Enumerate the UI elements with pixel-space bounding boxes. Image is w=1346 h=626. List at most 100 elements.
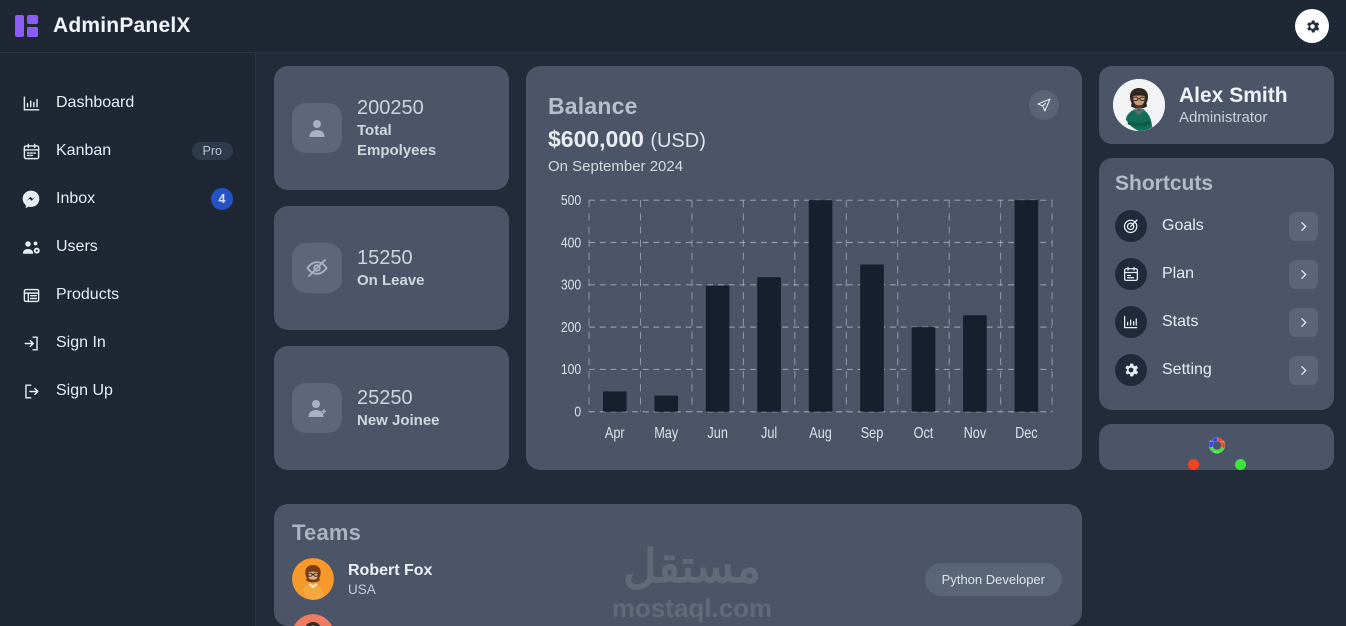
svg-text:Jul: Jul — [761, 425, 777, 443]
profile-role: Administrator — [1179, 109, 1268, 126]
balance-title: Balance — [548, 93, 638, 119]
sidebar-item-sign-in[interactable]: Sign In — [0, 319, 255, 367]
sign-in-icon — [20, 332, 42, 354]
pro-badge: Pro — [191, 141, 233, 161]
sidebar-item-sign-up[interactable]: Sign Up — [0, 367, 255, 415]
sidebar-item-label: Sign Up — [56, 382, 113, 399]
shortcut-label: Plan — [1162, 265, 1195, 282]
svg-text:Aug: Aug — [809, 425, 832, 443]
chevron-right-icon[interactable] — [1289, 355, 1318, 385]
users-gear-icon — [20, 236, 42, 258]
avatar — [292, 614, 334, 626]
user-plus-icon — [292, 383, 342, 433]
shortcuts-card: Shortcuts Goals Plan Stats Setting — [1099, 158, 1334, 410]
svg-text:Jun: Jun — [707, 425, 727, 443]
inbox-unread-badge: 4 — [211, 188, 233, 210]
svg-text:May: May — [654, 425, 679, 443]
svg-text:Sep: Sep — [861, 425, 884, 443]
chevron-right-icon[interactable] — [1289, 259, 1318, 289]
stat-card-new-joinee[interactable]: 25250 New Joinee — [274, 346, 509, 470]
balance-chart[interactable]: 0 100 200 300 400 500 Apr May Jun Jul Aug Sep Oct Nov… — [548, 193, 1056, 450]
team-member-row[interactable] — [274, 600, 1082, 626]
donut-chart-svg: 31.4%39.3%29.3% — [1208, 437, 1225, 454]
main-content: 200250 Total Empolyees 15250 On Leave 25… — [256, 53, 1346, 626]
team-member-name: Robert Fox — [348, 561, 433, 579]
balance-currency: (USD) — [650, 130, 706, 152]
avatar — [1113, 79, 1165, 131]
stat-text: 200250 Total Empolyees — [357, 96, 436, 160]
brand[interactable]: AdminPanelX — [14, 13, 191, 39]
legend-item — [1234, 459, 1246, 470]
sidebar-item-label: Dashboard — [56, 94, 135, 111]
svg-text:300: 300 — [561, 276, 582, 292]
svg-text:100: 100 — [561, 361, 582, 377]
list-table-icon — [20, 284, 42, 306]
svg-text:Dec: Dec — [1015, 425, 1038, 443]
sidebar-item-label: Products — [56, 286, 120, 303]
teams-title: Teams — [292, 520, 362, 545]
svg-text:Nov: Nov — [964, 425, 987, 443]
legend-dot — [1234, 459, 1246, 470]
shortcut-item-setting[interactable]: Setting — [1115, 346, 1318, 394]
stat-label-line1: On Leave — [357, 271, 425, 289]
chevron-right-icon[interactable] — [1289, 211, 1318, 241]
shortcut-label: Goals — [1162, 217, 1204, 234]
donut-chart-card[interactable]: 31.4% 39.3% 29.3% — [1099, 424, 1334, 470]
stat-card-total-employees[interactable]: 200250 Total Empolyees — [274, 66, 509, 190]
svg-text:200: 200 — [561, 319, 582, 335]
gear-icon — [1306, 19, 1319, 33]
balance-amount-row: $600,000 (USD) — [548, 126, 1056, 153]
legend-dot — [1187, 459, 1199, 470]
profile-card[interactable]: Alex Smith Administrator — [1099, 66, 1334, 144]
team-member-row[interactable]: Robert Fox USA Python Developer — [274, 546, 1082, 600]
send-button[interactable] — [1029, 90, 1059, 120]
body-row: Dashboard Kanban Pro Inbox 4 Users Produ… — [0, 53, 1346, 626]
sidebar-item-label: Inbox — [56, 190, 96, 207]
profile-text: Alex Smith Administrator — [1179, 84, 1288, 126]
shortcut-item-goals[interactable]: Goals — [1115, 202, 1318, 250]
bar-chart-icon — [1115, 306, 1147, 338]
bar-chart-icon — [20, 92, 42, 114]
sidebar-item-label: Sign In — [56, 334, 106, 351]
stat-text: 15250 On Leave — [357, 246, 425, 291]
brand-name: AdminPanelX — [53, 14, 191, 37]
team-member-info: Robert Fox USA — [348, 562, 498, 597]
svg-text:Oct: Oct — [914, 425, 934, 443]
profile-name: Alex Smith — [1179, 84, 1288, 107]
settings-button[interactable] — [1295, 9, 1329, 43]
sidebar-item-products[interactable]: Products — [0, 271, 255, 319]
shortcut-label: Setting — [1162, 361, 1212, 378]
stat-label-line1: New Joinee — [357, 411, 440, 429]
stat-card-on-leave[interactable]: 15250 On Leave — [274, 206, 509, 330]
user-icon — [292, 103, 342, 153]
shortcuts-title: Shortcuts — [1115, 172, 1214, 195]
sidebar: Dashboard Kanban Pro Inbox 4 Users Produ… — [0, 53, 256, 626]
messenger-icon — [20, 188, 42, 210]
admin-dashboard-app: AdminPanelX Dashboard Kanban Pro Inbox 4… — [0, 0, 1346, 626]
stat-value: 15250 — [357, 246, 413, 269]
team-member-role-tag: Python Developer — [924, 562, 1062, 596]
svg-text:500: 500 — [561, 193, 582, 208]
shortcut-item-plan[interactable]: Plan — [1115, 250, 1318, 298]
send-icon — [1037, 98, 1051, 112]
sidebar-item-inbox[interactable]: Inbox 4 — [0, 175, 255, 223]
shortcut-item-stats[interactable]: Stats — [1115, 298, 1318, 346]
svg-text:400: 400 — [561, 234, 582, 250]
bar-chart-svg: 0 100 200 300 400 500 Apr May Jun Jul Aug Sep Oct Nov… — [561, 193, 1053, 443]
svg-text:0: 0 — [574, 403, 581, 419]
sidebar-item-users[interactable]: Users — [0, 223, 255, 271]
sidebar-item-kanban[interactable]: Kanban Pro — [0, 127, 255, 175]
shortcut-label: Stats — [1162, 313, 1199, 330]
right-rail: Alex Smith Administrator Shortcuts Goals… — [1099, 66, 1334, 470]
balance-card: Balance $600,000 (USD) On September 2024… — [526, 66, 1082, 470]
stat-value: 200250 — [357, 97, 424, 119]
stat-label-line1: Total — [357, 122, 392, 139]
donut-legend — [1187, 459, 1246, 470]
sidebar-item-dashboard[interactable]: Dashboard — [0, 79, 255, 127]
stat-label-line2: Empolyees — [357, 141, 437, 159]
gear-icon — [1115, 354, 1147, 386]
legend-item — [1187, 459, 1199, 470]
sign-out-icon — [20, 380, 42, 402]
stat-value: 25250 — [357, 386, 413, 409]
chevron-right-icon[interactable] — [1289, 307, 1318, 337]
